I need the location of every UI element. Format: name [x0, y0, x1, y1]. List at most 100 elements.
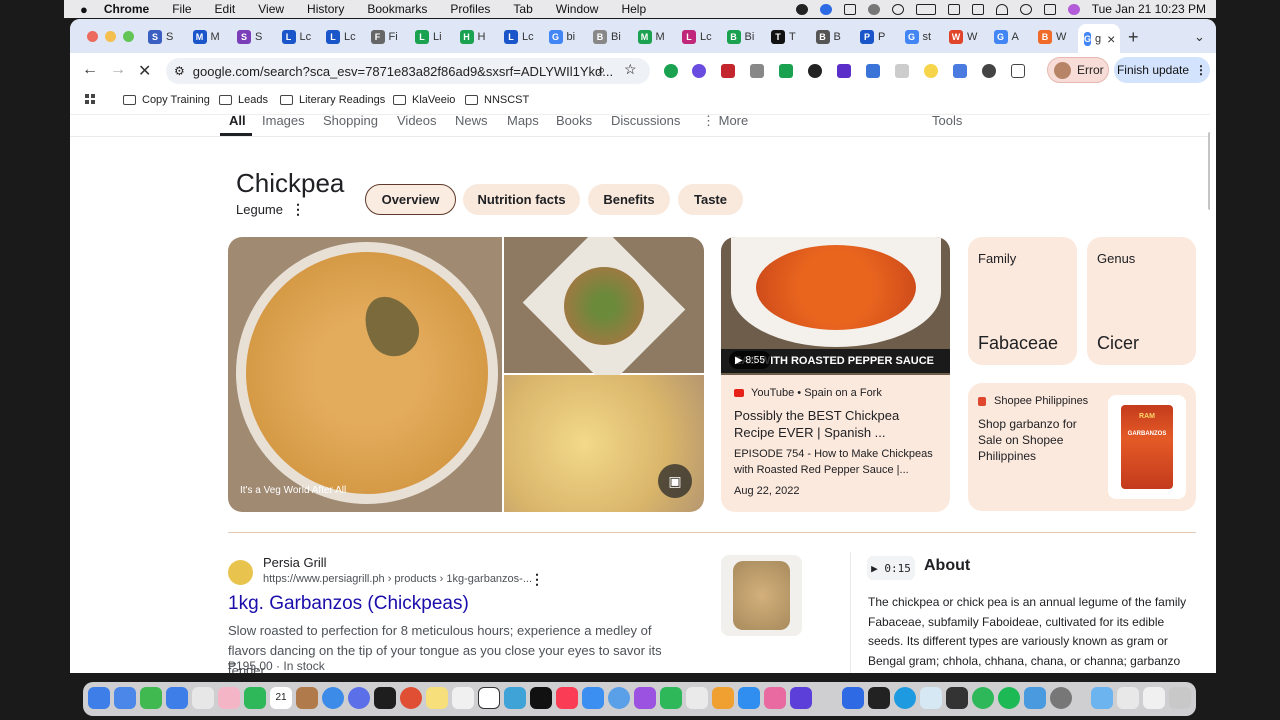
menu-bookmarks[interactable]: Bookmarks	[367, 2, 427, 16]
audio-play-button[interactable]: ▶ 0:15	[867, 556, 915, 580]
video-card[interactable]: EAS WITH ROASTED PEPPER SAUCE ▶ 8:55 You…	[721, 237, 950, 512]
stop-loading-icon[interactable]: ✕	[138, 61, 151, 81]
app-icon[interactable]	[1143, 687, 1165, 709]
play-icon[interactable]	[891, 3, 904, 15]
tools-button[interactable]: Tools	[932, 115, 962, 128]
wifi-icon[interactable]	[995, 3, 1008, 15]
messages-icon[interactable]	[140, 687, 162, 709]
result-more-options-icon[interactable]: ⋮	[530, 571, 544, 588]
app-icon[interactable]	[920, 687, 942, 709]
url-text[interactable]: google.com/search?sca_esv=7871e83a82f86a…	[193, 64, 613, 79]
app-icon[interactable]	[764, 687, 786, 709]
notes-icon[interactable]	[426, 687, 448, 709]
menu-profiles[interactable]: Profiles	[450, 2, 490, 16]
zoom-lens-icon[interactable]: ⌕	[598, 62, 605, 78]
browser-tab[interactable]: Gst	[904, 25, 931, 49]
apple-tv-icon[interactable]	[530, 687, 552, 709]
mail-icon[interactable]	[166, 687, 188, 709]
textedit-icon[interactable]	[452, 687, 474, 709]
tab-search-button[interactable]: ⌄	[1194, 25, 1205, 49]
finder-icon[interactable]	[88, 687, 110, 709]
browser-tab[interactable]: L Lc	[326, 25, 356, 49]
contacts-icon[interactable]	[296, 687, 318, 709]
skype-icon[interactable]	[894, 687, 916, 709]
browser-tab[interactable]: MM	[637, 25, 665, 49]
chip-nutrition-facts[interactable]: Nutrition facts	[463, 184, 580, 215]
image-collage[interactable]: It's a Veg World After All ▣	[228, 237, 704, 512]
family-card[interactable]: Family Fabaceae	[968, 237, 1077, 365]
downloads-folder-icon[interactable]	[1091, 687, 1113, 709]
grammarly-extension-icon[interactable]	[664, 64, 678, 78]
extensions-puzzle-icon[interactable]	[1011, 64, 1025, 78]
app-icon[interactable]	[608, 687, 630, 709]
whatsapp-icon[interactable]	[972, 687, 994, 709]
bookmark-leads[interactable]: Leads	[219, 94, 268, 106]
siri-icon[interactable]	[1067, 3, 1080, 15]
battery-icon[interactable]	[915, 3, 936, 15]
result-site-name[interactable]: Persia Grill	[263, 555, 327, 570]
browser-tab[interactable]: L Lc	[682, 25, 712, 49]
entity-more-options-icon[interactable]: ⋮	[291, 201, 305, 218]
panda-extension-icon[interactable]	[982, 64, 996, 78]
launchpad-icon[interactable]	[114, 687, 136, 709]
image-search-icon[interactable]: ▣	[658, 464, 692, 498]
record-icon[interactable]	[795, 3, 808, 15]
result-url[interactable]: https://www.persiagrill.ph › products › …	[263, 573, 532, 585]
extension-icon[interactable]	[837, 64, 851, 78]
app-icon[interactable]	[946, 687, 968, 709]
browser-tab[interactable]: PP	[860, 25, 885, 49]
camera-extension-icon[interactable]	[750, 64, 764, 78]
browser-tab[interactable]: HH	[459, 25, 485, 49]
back-arrow-icon[interactable]: ←	[82, 61, 98, 79]
search-tab-news[interactable]: News	[455, 115, 488, 128]
messenger-icon[interactable]	[348, 687, 370, 709]
calendar-icon[interactable]: 21	[270, 687, 292, 709]
bookmark-copy-training[interactable]: Copy Training	[123, 94, 210, 106]
control-center-icon[interactable]	[1043, 3, 1056, 15]
menu-edit[interactable]: Edit	[215, 2, 236, 16]
result-title-link[interactable]: 1kg. Garbanzos (Chickpeas)	[228, 593, 469, 615]
search-icon[interactable]	[1019, 3, 1032, 15]
chickpea-bowl-image[interactable]: It's a Veg World After All	[228, 237, 502, 512]
shop-text[interactable]: Shop garbanzo for Sale on Shopee Philipp…	[978, 416, 1093, 464]
genus-card[interactable]: Genus Cicer	[1087, 237, 1196, 365]
browser-tab[interactable]: B Bi	[726, 25, 754, 49]
menu-tab[interactable]: Tab	[513, 2, 532, 16]
browser-tab[interactable]: WW	[949, 25, 977, 49]
terminal-icon[interactable]	[868, 687, 890, 709]
maximize-window-icon[interactable]	[123, 31, 134, 42]
podcasts-icon[interactable]	[634, 687, 656, 709]
video-thumbnail[interactable]: EAS WITH ROASTED PEPPER SAUCE ▶ 8:55	[721, 237, 950, 375]
car-icon[interactable]	[971, 3, 984, 15]
search-tab-all[interactable]: All	[229, 115, 246, 128]
numbers-icon[interactable]	[660, 687, 682, 709]
page-scrollbar[interactable]	[1208, 132, 1210, 210]
app-icon[interactable]	[374, 687, 396, 709]
extension-icon[interactable]	[692, 64, 706, 78]
browser-tab[interactable]: BB	[815, 25, 841, 49]
browser-tab[interactable]: Gbi	[548, 25, 575, 49]
audio-extension-icon[interactable]	[953, 64, 967, 78]
browser-tab[interactable]: B Bi	[593, 25, 621, 49]
shop-card[interactable]: Shopee Philippines Shop garbanzo for Sal…	[968, 383, 1196, 511]
address-bar[interactable]: ⚙ google.com/search?sca_esv=7871e83a82f8…	[166, 58, 650, 84]
garbanzo-can-image[interactable]: RAM GARBANZOS	[1108, 395, 1186, 499]
browser-tab[interactable]: L Lc	[281, 25, 311, 49]
facetime-icon[interactable]	[244, 687, 266, 709]
search-tab-shopping[interactable]: Shopping	[323, 115, 378, 128]
tab-active[interactable]: G g ×	[1078, 24, 1120, 53]
chrome-icon[interactable]	[400, 687, 422, 709]
browser-tab[interactable]: SS	[148, 25, 173, 49]
browser-tab[interactable]: TT	[771, 25, 796, 49]
browser-tab[interactable]: BW	[1038, 25, 1066, 49]
bookmark-nnscst[interactable]: NNSCST	[465, 94, 529, 106]
notion-icon[interactable]	[478, 687, 500, 709]
clock-text[interactable]: Tue Jan 21 10:23 PM	[1092, 2, 1206, 16]
search-tab-images[interactable]: Images	[262, 115, 305, 128]
chip-benefits[interactable]: Benefits	[588, 184, 670, 215]
zoom-app-icon[interactable]	[842, 687, 864, 709]
menu-view[interactable]: View	[258, 2, 284, 16]
search-tab-maps[interactable]: Maps	[507, 115, 539, 128]
notion-extension-icon[interactable]	[866, 64, 880, 78]
menu-help[interactable]: Help	[621, 2, 646, 16]
